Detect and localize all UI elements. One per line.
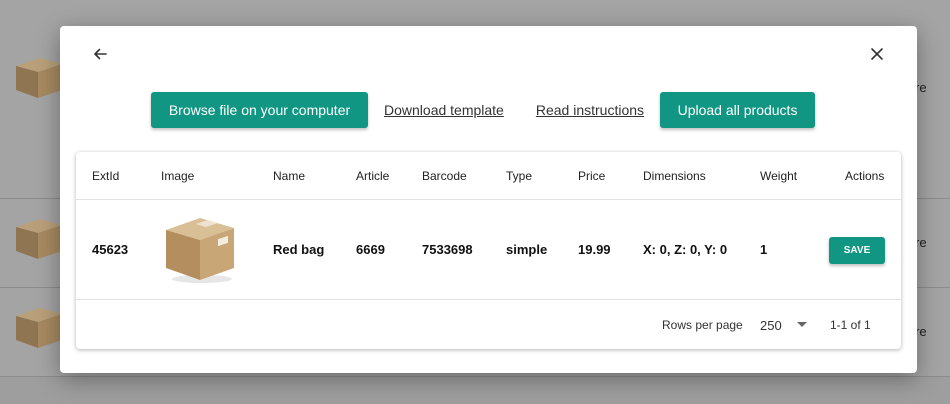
rows-per-page-select[interactable]: 250	[760, 314, 808, 336]
column-header-weight: Weight	[760, 169, 798, 183]
column-header-actions: Actions	[845, 169, 885, 183]
column-header-image: Image	[161, 169, 195, 183]
chevron-down-icon	[797, 322, 807, 327]
rows-per-page-label: Rows per page	[662, 318, 743, 332]
table-row: 45623 Red bag 6669 7533698 simple 19.99 …	[76, 200, 901, 300]
product-box-image	[16, 308, 62, 348]
product-box-image	[16, 58, 62, 98]
column-header-article: Article	[356, 169, 390, 183]
cell-name: Red bag	[273, 242, 325, 257]
cell-price: 19.99	[578, 242, 611, 257]
cell-dimensions: X: 0, Z: 0, Y: 0	[643, 242, 728, 257]
column-header-extid: ExtId	[92, 169, 120, 183]
close-icon	[871, 48, 883, 60]
rows-per-page-value: 250	[760, 317, 782, 333]
import-products-dialog: Browse file on your computer Download te…	[60, 26, 917, 373]
product-image	[166, 218, 234, 283]
table-pagination: Rows per page 250 1-1 of 1	[76, 300, 901, 349]
import-toolbar: Browse file on your computer Download te…	[151, 92, 816, 128]
product-box-image	[16, 219, 62, 259]
download-template-link[interactable]: Download template	[384, 102, 504, 118]
column-header-name: Name	[273, 169, 306, 183]
column-header-barcode: Barcode	[422, 169, 467, 183]
upload-all-products-button[interactable]: Upload all products	[660, 92, 816, 128]
table-header: ExtId Image Name Article Barcode Type Pr…	[76, 152, 901, 200]
arrow-left-icon	[94, 48, 107, 60]
column-header-dimensions: Dimensions	[643, 169, 706, 183]
close-button[interactable]	[863, 40, 891, 68]
column-header-price: Price	[578, 169, 606, 183]
cell-type: simple	[506, 242, 548, 257]
read-instructions-link[interactable]: Read instructions	[536, 102, 644, 118]
save-button[interactable]: SAVE	[829, 237, 885, 264]
cell-weight: 1	[760, 242, 768, 257]
browse-file-button[interactable]: Browse file on your computer	[151, 92, 368, 128]
cell-extid: 45623	[92, 242, 129, 257]
cell-article: 6669	[356, 242, 385, 257]
back-button[interactable]	[86, 40, 114, 68]
column-header-type: Type	[506, 169, 533, 183]
cell-barcode: 7533698	[422, 242, 473, 257]
pagination-range: 1-1 of 1	[830, 318, 871, 332]
products-table: ExtId Image Name Article Barcode Type Pr…	[76, 152, 901, 349]
